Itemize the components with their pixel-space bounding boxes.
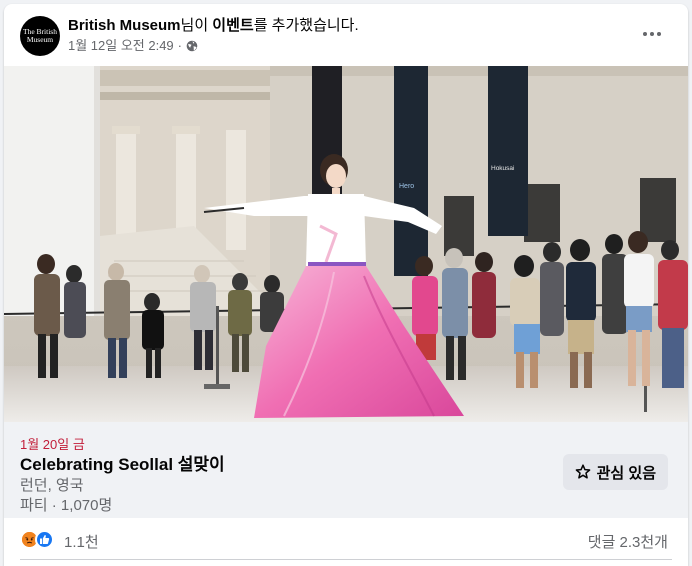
like-reaction-icon — [35, 530, 54, 549]
timestamp-link[interactable]: 1월 12일 오전 2:49 — [68, 38, 174, 54]
thumbs-up-icon — [40, 535, 50, 544]
action-suffix: 를 추가했습니다. — [253, 17, 359, 34]
banner-left-text: Hero — [399, 183, 414, 190]
interested-button[interactable]: 관심 있음 — [562, 454, 668, 490]
interested-label: 관심 있음 — [596, 464, 656, 482]
event-location: 런던, 영국 — [20, 477, 84, 494]
page-name-link[interactable]: British Museum — [68, 17, 181, 34]
post-action-line: British Museum님이 이벤트를 추가했습니다. — [68, 16, 359, 36]
more-dot — [650, 32, 654, 36]
star-icon — [575, 464, 590, 479]
post-meta: 1월 12일 오전 2:49 · — [68, 38, 359, 54]
event-photo-illustration: Hero Hokusai — [4, 66, 688, 422]
banner-right-text: Hokusai — [491, 165, 514, 172]
event-cover-photo[interactable]: Hero Hokusai — [4, 66, 688, 422]
event-meta: 파티 · 1,070명 — [20, 497, 113, 514]
event-link[interactable]: 이벤트 — [212, 17, 253, 34]
header-text: British Museum님이 이벤트를 추가했습니다. 1월 12일 오전 … — [68, 16, 359, 54]
more-options-button[interactable] — [638, 22, 666, 46]
more-horizontal-icon — [643, 32, 647, 36]
reaction-count[interactable]: 1.1천 — [64, 531, 99, 552]
post-header: The British Museum British Museum님이 이벤트를… — [4, 4, 688, 66]
post-card: The British Museum British Museum님이 이벤트를… — [4, 4, 688, 566]
avatar[interactable]: The British Museum — [20, 16, 60, 56]
event-details[interactable]: 1월 20일 금 Celebrating Seollal 설맞이 런던, 영국 … — [4, 422, 688, 518]
footer-divider — [20, 559, 672, 560]
reaction-icons[interactable] — [20, 530, 54, 549]
globe-icon — [186, 40, 198, 52]
meta-separator: · — [177, 38, 183, 53]
more-dot — [657, 32, 661, 36]
reactions-bar: 1.1천 댓글 2.3천개 — [4, 518, 688, 562]
action-prefix: 님이 — [180, 17, 213, 34]
comment-count[interactable]: 댓글 2.3천개 — [588, 531, 668, 552]
event-title[interactable]: Celebrating Seollal 설맞이 — [20, 450, 225, 475]
logo-line2: Museum — [26, 35, 54, 44]
